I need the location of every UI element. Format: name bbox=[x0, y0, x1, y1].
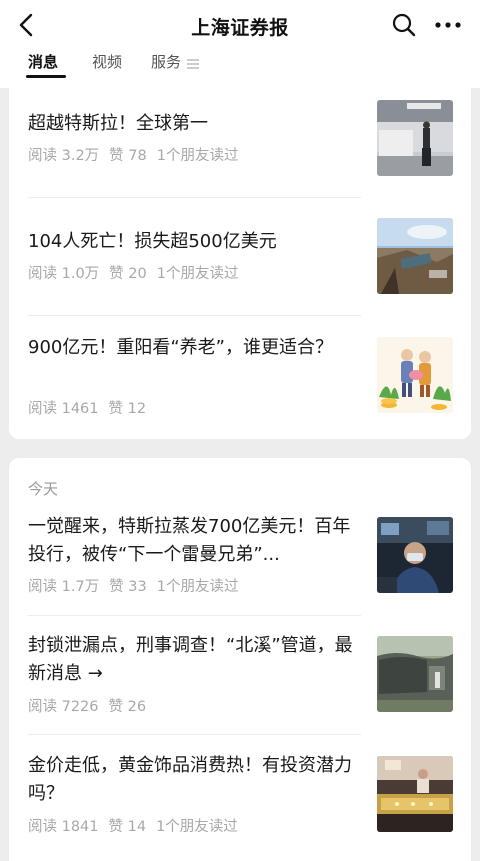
like-count: 赞 12 bbox=[108, 401, 147, 417]
read-count: 阅读 1841 bbox=[28, 819, 99, 835]
tab-videos[interactable]: 视频 bbox=[92, 51, 122, 81]
article-title: 104人死亡！损失超500亿美元 bbox=[28, 231, 277, 252]
top-bar: 上海证券报 消息 视频 服务 bbox=[0, 0, 480, 88]
like-count: 赞 33 bbox=[109, 579, 147, 595]
active-tab-indicator bbox=[26, 75, 66, 78]
friends-read: 1个朋友读过 bbox=[156, 266, 239, 282]
read-count: 阅读 3.2万 bbox=[28, 148, 100, 164]
friends-read: 1个朋友读过 bbox=[156, 819, 238, 835]
article-item[interactable]: 104人死亡！损失超500亿美元 阅读 1.0万赞 20 1个朋友读过 bbox=[9, 201, 471, 319]
article-item[interactable]: 封锁泄漏点，刑事调查！“北溪”管道，最新消息 → 阅读 7226 赞 26 bbox=[9, 618, 471, 736]
article-meta: 阅读 1.0万赞 20 1个朋友读过 bbox=[28, 262, 248, 283]
article-card-group: 今天 一觉醒来，特斯拉蒸发700亿美元！百年投行，被传“下一个雷曼兄弟”... … bbox=[9, 458, 471, 861]
tab-bar: 消息 视频 服务 bbox=[0, 48, 480, 88]
divider bbox=[28, 197, 361, 198]
tab-services[interactable]: 服务 bbox=[151, 51, 181, 81]
jewelry-store-photo bbox=[377, 756, 453, 832]
divider bbox=[28, 734, 361, 735]
pipeline-photo bbox=[377, 636, 453, 712]
read-count: 阅读 1.0万 bbox=[28, 266, 100, 282]
article-title: 封锁泄漏点，刑事调查！“北溪”管道，最新消息 → bbox=[28, 635, 353, 684]
elderly-couple-illustration bbox=[377, 337, 453, 413]
read-count: 阅读 1.7万 bbox=[28, 579, 100, 595]
divider bbox=[28, 315, 361, 316]
like-count: 赞 26 bbox=[108, 699, 147, 715]
article-item[interactable]: 超越特斯拉！全球第一 阅读 3.2万赞 78 1个朋友读过 bbox=[9, 83, 471, 201]
like-count: 赞 20 bbox=[109, 266, 147, 282]
menu-lines-icon[interactable] bbox=[186, 55, 200, 69]
article-card-group: 超越特斯拉！全球第一 阅读 3.2万赞 78 1个朋友读过 104人死亡！损失超5… bbox=[9, 83, 471, 439]
article-item[interactable]: 一觉醒来，特斯拉蒸发700亿美元！百年投行，被传“下一个雷曼兄弟”... 阅读 … bbox=[9, 498, 471, 616]
friends-read: 1个朋友读过 bbox=[156, 148, 239, 164]
section-date-label: 今天 bbox=[28, 480, 59, 498]
article-title: 900亿元！重阳看“养老”，谁更适合？ bbox=[28, 337, 334, 358]
article-title: 超越特斯拉！全球第一 bbox=[28, 113, 208, 134]
more-dots-icon[interactable] bbox=[432, 11, 464, 39]
article-meta: 阅读 7226 赞 26 bbox=[28, 695, 166, 716]
read-count: 阅读 1461 bbox=[28, 401, 99, 417]
flood-damage-photo bbox=[377, 218, 453, 294]
search-icon[interactable] bbox=[390, 11, 418, 39]
friends-read: 1个朋友读过 bbox=[156, 579, 239, 595]
read-count: 阅读 7226 bbox=[28, 699, 99, 715]
article-title: 一觉醒来，特斯拉蒸发700亿美元！百年投行，被传“下一个雷曼兄弟”... bbox=[28, 516, 351, 565]
article-title: 金价走低，黄金饰品消费热！有投资潜力吗？ bbox=[28, 755, 352, 804]
article-item[interactable]: 900亿元！重阳看“养老”，谁更适合？ 阅读 1461 赞 12 bbox=[9, 319, 471, 437]
like-count: 赞 14 bbox=[108, 819, 147, 835]
article-meta: 阅读 3.2万赞 78 1个朋友读过 bbox=[28, 144, 248, 165]
trader-photo bbox=[377, 517, 453, 593]
article-item[interactable]: 金价走低，黄金饰品消费热！有投资潜力吗？ 阅读 1841 赞 14 1个朋友读过 bbox=[9, 738, 471, 856]
car-showroom-photo bbox=[377, 100, 453, 176]
article-meta: 阅读 1841 赞 14 1个朋友读过 bbox=[28, 815, 248, 836]
like-count: 赞 78 bbox=[109, 148, 147, 164]
article-meta: 阅读 1461 赞 12 bbox=[28, 397, 166, 418]
divider bbox=[28, 615, 361, 616]
article-meta: 阅读 1.7万赞 33 1个朋友读过 bbox=[28, 575, 248, 596]
